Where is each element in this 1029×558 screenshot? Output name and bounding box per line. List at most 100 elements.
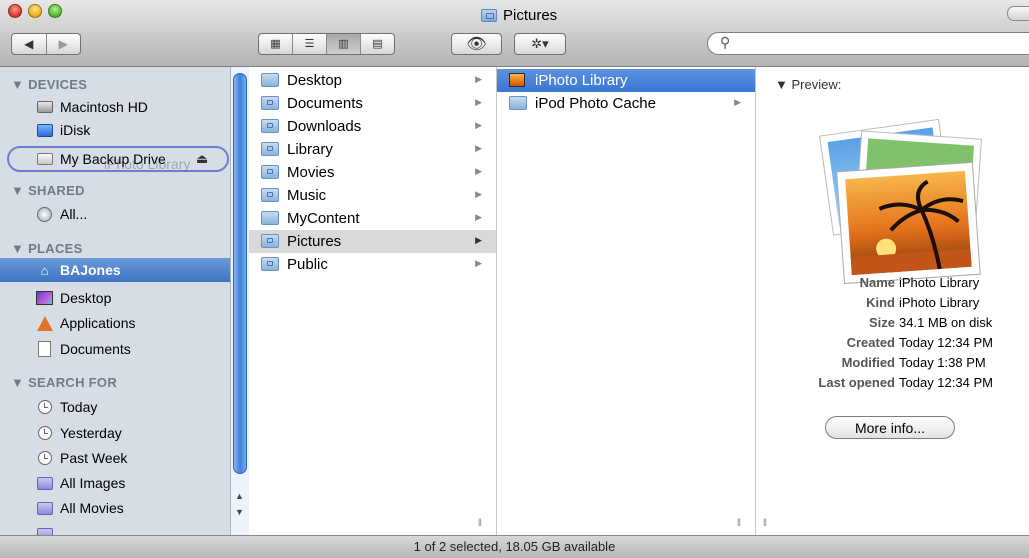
sidebar-item-macintosh-hd[interactable]: Macintosh HD — [0, 95, 230, 119]
list-item-movies[interactable]: Movies ▶ — [249, 161, 496, 184]
list-item-documents[interactable]: Documents ▶ — [249, 92, 496, 115]
scrollbar-thumb[interactable] — [233, 73, 247, 474]
chevron-right-icon: ▶ — [734, 97, 741, 107]
info-key: Modified — [841, 355, 895, 370]
column-resize-handle[interactable]: ǁ — [737, 518, 741, 529]
iphoto-library-preview-image — [819, 118, 983, 285]
eye-icon: 👁 — [466, 36, 487, 53]
quick-look-button[interactable]: 👁 — [451, 33, 502, 55]
list-item-label: Documents — [287, 95, 363, 112]
folder-icon — [261, 73, 279, 87]
sidebar-item-documents[interactable]: Documents — [0, 337, 230, 361]
action-menu-button[interactable]: ✲▾ — [514, 33, 566, 55]
info-value: iPhoto Library — [899, 275, 980, 290]
search-field[interactable]: ⚲ — [707, 32, 1029, 55]
column-view-button[interactable]: ▥ — [327, 34, 361, 54]
sidebar-item-idisk[interactable]: iDisk — [0, 118, 230, 142]
chevron-right-icon: ▶ — [475, 120, 482, 130]
info-value: Today 12:34 PM — [899, 375, 993, 390]
list-item-label: Pictures — [287, 233, 342, 250]
sidebar-item-bajones[interactable]: ⌂ BAJones — [0, 258, 230, 282]
list-item-label: Movies — [287, 164, 335, 181]
list-item-downloads[interactable]: Downloads ▶ — [249, 115, 496, 138]
sidebar-heading-search-for[interactable]: ▼ SEARCH FOR — [11, 375, 117, 390]
sidebar-item-today[interactable]: Today — [0, 395, 230, 419]
sidebar-item-label: Applications — [60, 315, 136, 331]
more-info-button[interactable]: More info... — [825, 416, 955, 439]
column-resize-handle[interactable]: ǁ — [763, 518, 767, 529]
clock-icon — [36, 399, 53, 416]
view-mode-group: ▦ ☰ ▥ ▤ — [258, 33, 395, 55]
movies-folder-icon — [261, 165, 279, 179]
toolbar-toggle-button[interactable] — [1007, 6, 1029, 21]
back-button[interactable]: ◀ — [12, 34, 47, 54]
info-key: Name — [859, 275, 895, 290]
sidebar-item-label: All Images — [60, 475, 126, 491]
info-key: Kind — [866, 295, 895, 310]
search-icon: ⚲ — [720, 34, 731, 50]
list-item-music[interactable]: Music ▶ — [249, 184, 496, 207]
icon-view-button[interactable]: ▦ — [259, 34, 293, 54]
zoom-window-button[interactable] — [48, 4, 62, 18]
idisk-icon — [36, 122, 53, 139]
sidebar-item-applications[interactable]: Applications — [0, 311, 230, 335]
chevron-right-icon: ▶ — [475, 189, 482, 199]
scroll-up-arrow-icon[interactable]: ▲ — [235, 491, 244, 501]
list-item-label: Music — [287, 187, 327, 204]
sidebar-item-all[interactable]: All... — [0, 202, 230, 226]
list-item-public[interactable]: Public ▶ — [249, 253, 496, 276]
sidebar-heading-devices[interactable]: ▼ DEVICES — [11, 77, 87, 92]
sidebar-item-label: Desktop — [60, 290, 112, 306]
sidebar-item-label: Documents — [60, 341, 131, 357]
sidebar-item-label: All Movies — [60, 500, 124, 516]
list-item-label: Desktop — [287, 72, 343, 89]
sidebar-item-partial[interactable] — [0, 522, 230, 535]
status-bar: 1 of 2 selected, 18.05 GB available — [0, 535, 1029, 558]
coverflow-view-button[interactable]: ▤ — [361, 34, 394, 54]
sidebar-heading-places[interactable]: ▼ PLACES — [11, 241, 83, 256]
list-view-button[interactable]: ☰ — [293, 34, 327, 54]
preview-heading[interactable]: ▼ Preview: — [775, 77, 841, 92]
sidebar-item-label: Past Week — [60, 450, 128, 466]
sidebar-scrollbar[interactable]: ▲ ▼ — [230, 67, 249, 535]
sidebar-heading-shared[interactable]: ▼ SHARED — [11, 183, 85, 198]
sidebar-item-all-movies[interactable]: All Movies — [0, 496, 230, 520]
info-value: iPhoto Library — [899, 295, 980, 310]
list-item-mycontent[interactable]: MyContent ▶ — [249, 207, 496, 230]
forward-button[interactable]: ▶ — [47, 37, 81, 51]
list-item-ipod-photo-cache[interactable]: iPod Photo Cache ▶ — [497, 92, 755, 115]
sidebar-item-all-images[interactable]: All Images — [0, 471, 230, 495]
minimize-window-button[interactable] — [28, 4, 42, 18]
info-value: Today 12:34 PM — [899, 335, 993, 350]
info-row-modified: Modified Today 1:38 PM — [756, 355, 1003, 375]
document-icon — [36, 341, 53, 358]
public-folder-icon — [261, 257, 279, 271]
column-resize-handle[interactable]: ǁ — [478, 518, 482, 529]
scroll-down-arrow-icon[interactable]: ▼ — [235, 507, 244, 517]
info-row-name: Name iPhoto Library — [756, 275, 1003, 295]
hard-drive-icon — [36, 99, 53, 116]
list-item-iphoto-library[interactable]: iPhoto Library — [497, 69, 755, 92]
home-icon: ⌂ — [40, 262, 49, 278]
list-item-pictures[interactable]: Pictures ▶ — [249, 230, 496, 253]
desktop-icon — [36, 290, 53, 307]
info-row-size: Size 34.1 MB on disk — [756, 315, 1003, 335]
window-title-text: Pictures — [503, 6, 558, 24]
folder-icon — [261, 211, 279, 225]
info-value: 34.1 MB on disk — [899, 315, 993, 330]
list-item-library[interactable]: Library ▶ — [249, 138, 496, 161]
chevron-right-icon: ▶ — [475, 143, 482, 153]
sidebar-item-label: Today — [60, 399, 98, 415]
chevron-right-icon: ▶ — [475, 74, 482, 84]
sidebar-item-yesterday[interactable]: Yesterday — [0, 421, 230, 445]
list-item-desktop[interactable]: Desktop ▶ — [249, 69, 496, 92]
sidebar-item-label: Macintosh HD — [60, 99, 148, 115]
close-window-button[interactable] — [8, 4, 22, 18]
column-home: Desktop ▶ Documents ▶ Downloads ▶ Librar… — [249, 67, 497, 535]
sidebar-item-desktop[interactable]: Desktop — [0, 286, 230, 310]
list-item-label: Library — [287, 141, 333, 158]
sidebar-item-past-week[interactable]: Past Week — [0, 446, 230, 470]
column-pictures: iPhoto Library iPod Photo Cache ▶ ǁ — [497, 67, 756, 535]
applications-icon — [36, 315, 53, 332]
list-item-label: Downloads — [287, 118, 362, 135]
